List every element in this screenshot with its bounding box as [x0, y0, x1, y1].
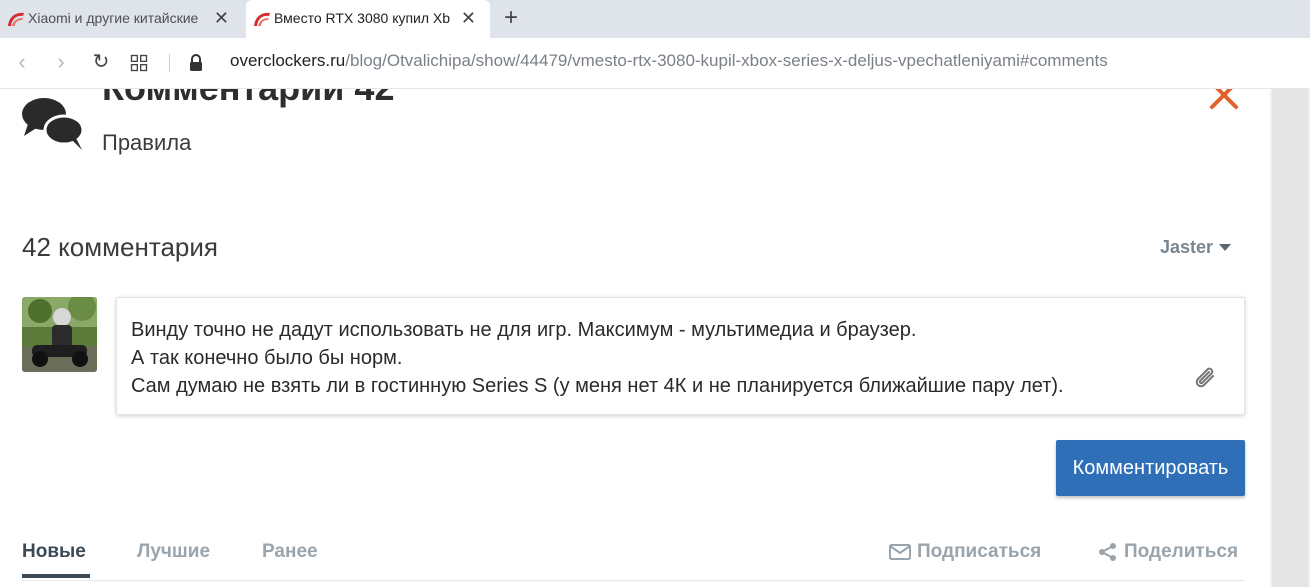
tab-best[interactable]: Лучшие [137, 541, 210, 563]
subscribe-button[interactable]: Подписаться [889, 541, 1041, 563]
new-tab-icon[interactable]: + [500, 6, 522, 30]
rules-link[interactable]: Правила [102, 130, 191, 156]
url-domain: overclockers.ru [230, 51, 346, 70]
close-tab-icon[interactable]: ✕ [214, 9, 229, 27]
submit-comment-button[interactable]: Комментировать [1056, 440, 1245, 496]
comments-icon [22, 98, 85, 150]
avatar[interactable] [22, 297, 97, 372]
forward-icon[interactable]: › [49, 51, 73, 75]
page-title: Комментарии 42 [102, 89, 394, 109]
tab-title: Вместо RTX 3080 купил Xb [274, 10, 451, 26]
tab-new[interactable]: Новые [22, 541, 86, 563]
attach-icon[interactable] [1193, 364, 1221, 394]
tab-title: Xiaomi и другие китайские [28, 10, 199, 26]
comments-count: 42 комментария [22, 232, 218, 262]
comment-input[interactable]: Винду точно не дадут использовать не для… [116, 297, 1245, 415]
scrollbar-thumb[interactable] [1272, 89, 1308, 587]
url-field[interactable]: overclockers.ru/blog/Otvalichipa/show/44… [230, 51, 1108, 71]
share-label: Поделиться [1124, 541, 1239, 562]
draft-line: Сам думаю не взять ли в гостинную Series… [131, 375, 1064, 397]
envelope-icon [889, 544, 911, 560]
reload-icon[interactable]: ↻ [89, 51, 113, 75]
chevron-down-icon [1219, 244, 1232, 251]
page-content: Комментарии 42 Правила 42 комментария Ja… [0, 89, 1270, 587]
address-bar: ‹ › ↻ overclockers.ru/blog/Otvalichipa/s… [0, 38, 1310, 89]
scrollbar[interactable] [1270, 89, 1310, 587]
toolbar-divider [169, 54, 170, 72]
user-menu[interactable]: Jaster [1160, 237, 1232, 258]
close-icon[interactable] [1208, 89, 1240, 111]
username: Jaster [1160, 237, 1214, 257]
lock-icon[interactable] [189, 54, 203, 72]
draft-line: А так конечно было бы норм. [131, 347, 403, 369]
speed-dial-icon[interactable] [129, 53, 149, 73]
url-path: /blog/Otvalichipa/show/44479/vmesto-rtx-… [345, 51, 1108, 70]
comment-draft-text[interactable]: Винду точно не дадут использовать не для… [131, 316, 1064, 400]
active-tab-indicator [22, 574, 90, 578]
browser-tab-bar: Xiaomi и другие китайские ✕ Вместо RTX 3… [0, 0, 1310, 38]
site-favicon-icon [254, 12, 270, 26]
share-icon [1099, 543, 1116, 561]
subscribe-label: Подписаться [917, 541, 1042, 562]
share-button[interactable]: Поделиться [1098, 541, 1238, 563]
draft-line: Винду точно не дадут использовать не для… [131, 319, 917, 341]
browser-tab[interactable]: Xiaomi и другие китайские ✕ [0, 0, 243, 38]
site-favicon-icon [8, 12, 24, 26]
browser-tab-active[interactable]: Вместо RTX 3080 купил Xb ✕ [246, 0, 490, 38]
back-icon[interactable]: ‹ [10, 51, 34, 75]
sort-tabs: Новые Лучшие Ранее Подписаться Поделитьс… [22, 536, 1245, 581]
close-tab-icon[interactable]: ✕ [461, 9, 476, 27]
tab-earlier[interactable]: Ранее [262, 541, 318, 563]
